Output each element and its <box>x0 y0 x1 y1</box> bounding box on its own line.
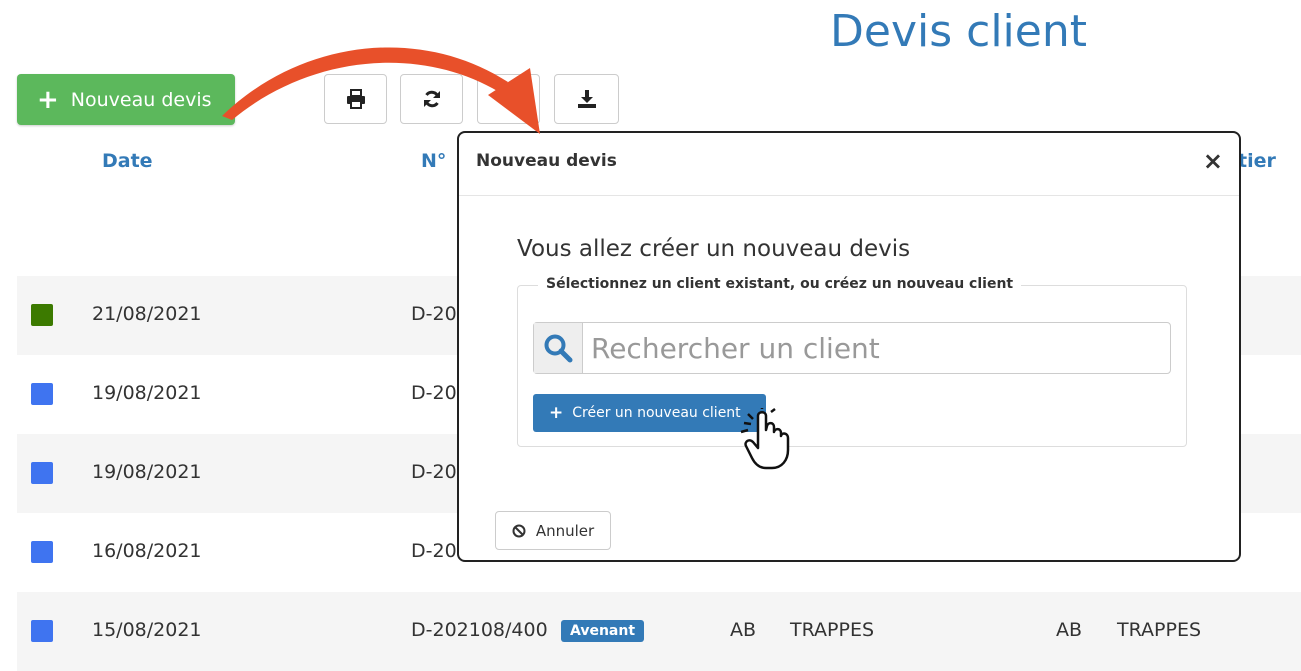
search-input[interactable] <box>583 323 1170 373</box>
search-icon <box>534 323 583 373</box>
print-icon <box>346 89 365 109</box>
column-header-tier[interactable]: tier <box>1238 150 1276 172</box>
row-cell: TRAPPES <box>1117 619 1202 641</box>
plus-icon: + <box>37 84 59 115</box>
modal-title: Nouveau devis <box>476 151 617 171</box>
status-square <box>31 620 53 642</box>
row-number: D-202108/400 <box>411 619 548 641</box>
refresh-icon <box>423 90 440 108</box>
refresh-button[interactable] <box>400 74 463 124</box>
new-quote-button[interactable]: + Nouveau devis <box>17 74 235 125</box>
pointer-hand-icon <box>740 408 790 470</box>
toolbar-button[interactable] <box>477 74 540 124</box>
plus-icon: + <box>549 403 564 423</box>
column-header-date[interactable]: Date <box>102 150 153 172</box>
cancel-label: Annuler <box>535 521 595 540</box>
create-client-button[interactable]: + Créer un nouveau client <box>533 394 766 432</box>
new-quote-label: Nouveau devis <box>70 88 212 111</box>
row-cell: AB <box>730 619 757 641</box>
row-date: 21/08/2021 <box>92 303 202 325</box>
status-square <box>31 383 53 405</box>
download-icon <box>577 90 596 108</box>
table-row[interactable]: 15/08/2021 D-202108/400 Avenant AB TRAPP… <box>17 592 1301 671</box>
modal-intro: Vous allez créer un nouveau devis <box>517 236 911 262</box>
row-number: D-20 <box>411 461 457 483</box>
row-date: 19/08/2021 <box>92 382 202 404</box>
page-title: Devis client <box>830 6 1087 57</box>
modal-header: Nouveau devis × <box>459 133 1239 196</box>
column-header-number[interactable]: N° <box>421 150 446 172</box>
print-button[interactable] <box>324 74 387 124</box>
download-button[interactable] <box>554 74 619 124</box>
status-square <box>31 304 53 326</box>
row-cell: TRAPPES <box>790 619 875 641</box>
row-cell: AB <box>1056 619 1083 641</box>
status-square <box>31 462 53 484</box>
row-date: 19/08/2021 <box>92 461 202 483</box>
client-search[interactable] <box>533 322 1171 374</box>
row-number: D-20 <box>411 303 457 325</box>
create-client-label: Créer un nouveau client <box>572 405 741 421</box>
row-date: 15/08/2021 <box>92 619 202 641</box>
amendment-badge: Avenant <box>561 620 645 642</box>
close-icon[interactable]: × <box>1203 147 1223 175</box>
cancel-button[interactable]: Annuler <box>495 511 611 550</box>
row-number: D-20 <box>411 540 457 562</box>
row-number: D-20 <box>411 382 457 404</box>
client-fieldset: Sélectionnez un client existant, ou crée… <box>517 276 1187 447</box>
row-date: 16/08/2021 <box>92 540 202 562</box>
ban-icon <box>512 524 526 538</box>
status-square <box>31 541 53 563</box>
new-quote-modal: Nouveau devis × Vous allez créer un nouv… <box>457 131 1241 562</box>
fieldset-legend: Sélectionnez un client existant, ou crée… <box>538 276 1022 292</box>
